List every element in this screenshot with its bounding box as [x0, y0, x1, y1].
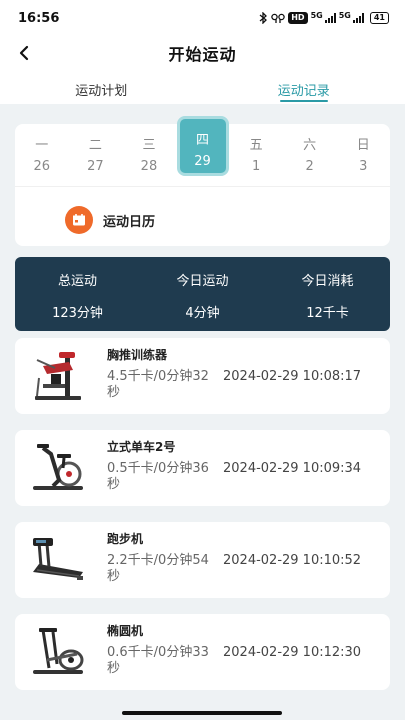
record-timestamp: 2024-02-29 10:08:17	[223, 369, 362, 384]
date-label: 3	[359, 159, 368, 174]
network-type-2: 5G	[338, 10, 351, 20]
date-label: 26	[33, 159, 51, 174]
divider	[15, 186, 390, 187]
network-type-1: 5G	[310, 10, 323, 20]
day-item[interactable]: 六2	[283, 124, 337, 186]
chest-press-machine-image	[35, 352, 81, 400]
signal-icon-1	[324, 13, 336, 23]
weekday-label: 五	[249, 138, 263, 153]
day-item[interactable]: 五1	[229, 124, 283, 186]
weekday-label: 二	[88, 138, 102, 153]
date-label: 27	[87, 159, 104, 174]
summary-value: 12千卡	[306, 306, 349, 321]
home-indicator[interactable]	[122, 711, 282, 715]
record-stats: 4.5千卡/0分钟32秒	[107, 369, 209, 400]
date-label: 28	[140, 159, 158, 174]
chevron-left-icon	[19, 45, 29, 61]
calendar-label: 运动日历	[103, 214, 156, 230]
record-timestamp: 2024-02-29 10:09:34	[223, 461, 362, 476]
status-bar: 16:56 HD 5G 5G 41	[0, 0, 405, 36]
summary-calories: 今日消耗 12千卡	[265, 257, 390, 331]
record-stats: 0.6千卡/0分钟33秒	[107, 645, 209, 676]
summary-label: 今日消耗	[301, 274, 354, 289]
date-label: 2	[305, 159, 314, 174]
record-timestamp: 2024-02-29 10:10:52	[223, 553, 362, 568]
day-item[interactable]: 三 28	[122, 124, 176, 186]
treadmill-image	[33, 538, 83, 580]
day-item-selected[interactable]: 四 29	[176, 116, 230, 186]
date-label: 29	[194, 154, 211, 169]
earbuds-icon	[271, 13, 285, 23]
elliptical-machine-image	[33, 628, 84, 674]
record-stats: 2.2千卡/0分钟54秒	[107, 553, 209, 584]
summary-total: 总运动 123分钟	[15, 257, 140, 331]
date-label: 1	[251, 159, 261, 174]
back-button[interactable]	[10, 39, 38, 67]
day-item[interactable]: 日3	[336, 124, 390, 186]
signal-icon-2	[352, 13, 364, 23]
hd-badge: HD	[288, 12, 308, 24]
exercise-calendar-button[interactable]: 运动日历	[65, 206, 155, 234]
summary-banner: 总运动 123分钟 今日运动 4分钟 今日消耗 12千卡	[15, 257, 390, 331]
record-card[interactable]: 胸推训练器 4.5千卡/0分钟32秒 2024-02-29 10:08:17	[15, 338, 390, 414]
record-card[interactable]: 立式单车2号 0.5千卡/0分钟36秒 2024-02-29 10:09:34	[15, 430, 390, 506]
summary-label: 总运动	[57, 274, 97, 289]
weekday-label: 一	[35, 138, 49, 153]
day-item[interactable]: 一 26	[15, 124, 69, 186]
weekday-label: 三	[142, 138, 156, 153]
bluetooth-icon	[259, 12, 268, 24]
weekday-label: 四	[196, 133, 210, 148]
week-calendar-card: 一 26 二 27 三 28 四 29 五1 六2 日3 运动日历	[15, 116, 390, 246]
weekday-label: 六	[303, 138, 317, 153]
tab-bar: 运动计划 运动记录	[0, 70, 405, 104]
nav-bar: 开始运动	[0, 36, 405, 70]
record-timestamp: 2024-02-29 10:12:30	[223, 645, 362, 660]
summary-value: 4分钟	[185, 306, 220, 321]
record-equipment-name: 椭圆机	[107, 624, 144, 638]
tab-exercise-records[interactable]: 运动记录	[203, 70, 405, 104]
record-equipment-name: 跑步机	[107, 532, 144, 546]
record-card[interactable]: 椭圆机 0.6千卡/0分钟33秒 2024-02-29 10:12:30	[15, 614, 390, 690]
record-equipment-name: 胸推训练器	[107, 348, 168, 362]
status-time: 16:56	[18, 10, 60, 26]
record-card[interactable]: 跑步机 2.2千卡/0分钟54秒 2024-02-29 10:10:52	[15, 522, 390, 598]
summary-today: 今日运动 4分钟	[140, 257, 265, 331]
calendar-icon	[65, 206, 93, 234]
record-equipment-name: 立式单车2号	[107, 440, 176, 454]
week-row: 一 26 二 27 三 28 四 29 五1 六2 日3	[15, 116, 390, 186]
status-icons: HD 5G 5G 41	[259, 10, 389, 24]
page-title: 开始运动	[168, 45, 237, 64]
summary-value: 123分钟	[52, 306, 103, 321]
weekday-label: 日	[356, 138, 370, 153]
summary-label: 今日运动	[176, 274, 229, 289]
record-stats: 0.5千卡/0分钟36秒	[107, 461, 209, 492]
battery-icon: 41	[369, 12, 389, 24]
tab-exercise-plan[interactable]: 运动计划	[0, 70, 203, 104]
upright-bike-image	[33, 444, 83, 490]
day-item[interactable]: 二 27	[69, 124, 123, 186]
